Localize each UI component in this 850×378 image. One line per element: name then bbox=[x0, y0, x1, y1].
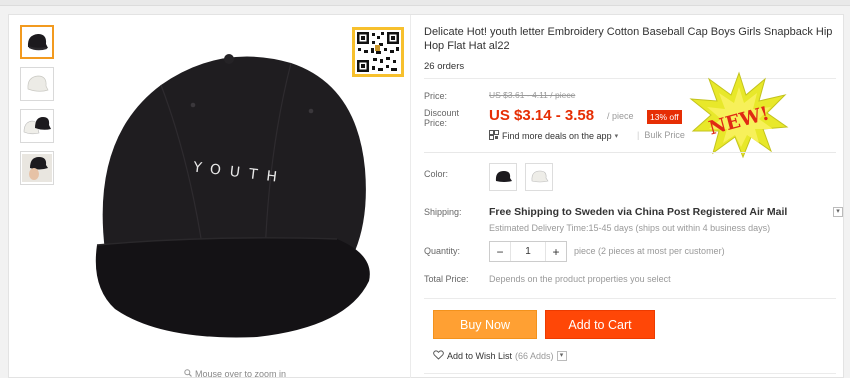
quantity-increase-button[interactable]: + bbox=[546, 242, 566, 261]
discount-price: US $3.14 - 3.58 bbox=[489, 107, 595, 124]
chevron-down-icon: ▾ bbox=[614, 133, 619, 140]
per-piece-unit: / piece bbox=[607, 111, 634, 121]
starburst-icon: NEW! bbox=[689, 71, 789, 159]
bulk-price-text: Bulk Price bbox=[644, 130, 685, 140]
quantity-limit-note: piece (2 pieces at most per customer) bbox=[574, 246, 725, 256]
shipping-label: Shipping: bbox=[424, 207, 462, 217]
buy-now-button[interactable]: Buy Now bbox=[433, 310, 537, 339]
delivery-estimate: Estimated Delivery Time:15-45 days (ship… bbox=[489, 223, 771, 233]
add-to-cart-button[interactable]: Add to Cart bbox=[545, 310, 655, 339]
wishlist-count: (66 Adds) bbox=[515, 351, 554, 361]
color-option-white[interactable] bbox=[525, 163, 553, 191]
add-to-wishlist-button[interactable]: Add to Wish List (66 Adds) ▾ bbox=[433, 350, 567, 362]
product-panel: YOUTH Mouse over to zoom in Delicate Hot… bbox=[8, 14, 844, 378]
quantity-stepper: − 1 + bbox=[489, 241, 567, 262]
app-deals-text: Find more deals on the app bbox=[502, 131, 612, 141]
color-option-black[interactable] bbox=[489, 163, 517, 191]
qr-small-icon bbox=[489, 130, 499, 142]
top-strip bbox=[0, 0, 850, 6]
quantity-label: Quantity: bbox=[424, 246, 461, 256]
price-label: Price: bbox=[424, 91, 448, 101]
quantity-decrease-button[interactable]: − bbox=[490, 242, 510, 261]
color-options bbox=[489, 163, 553, 191]
quantity-input[interactable]: 1 bbox=[510, 242, 546, 261]
app-deals-link[interactable]: Find more deals on the app ▾ bbox=[489, 130, 618, 142]
thumbnail-list bbox=[20, 25, 54, 193]
column-divider bbox=[410, 15, 411, 378]
thumbnail-black-cap[interactable] bbox=[20, 25, 54, 59]
divider bbox=[424, 152, 836, 153]
shipping-method[interactable]: Free Shipping to Sweden via China Post R… bbox=[489, 206, 787, 218]
order-count: 26 orders bbox=[424, 61, 465, 72]
bulk-price-link[interactable]: | Bulk Price bbox=[637, 130, 685, 140]
shipping-dropdown-icon[interactable]: ▾ bbox=[833, 207, 843, 217]
zoom-icon bbox=[184, 369, 192, 378]
total-price-note: Depends on the product properties you se… bbox=[489, 274, 671, 284]
thumbnail-cap-worn[interactable] bbox=[20, 151, 54, 185]
wishlist-dropdown-icon[interactable]: ▾ bbox=[556, 351, 567, 361]
color-label: Color: bbox=[424, 169, 449, 179]
zoom-hint-text: Mouse over to zoom in bbox=[195, 369, 287, 378]
discount-badge: 13% off bbox=[647, 110, 682, 124]
qr-code[interactable] bbox=[352, 27, 404, 77]
total-price-label: Total Price: bbox=[424, 274, 469, 284]
zoom-hint: Mouse over to zoom in bbox=[184, 369, 286, 378]
new-badge: NEW! bbox=[689, 71, 789, 159]
thumbnail-white-cap[interactable] bbox=[20, 67, 54, 101]
thumbnail-both-caps[interactable] bbox=[20, 109, 54, 143]
heart-icon bbox=[433, 350, 444, 362]
divider bbox=[424, 373, 836, 374]
divider bbox=[424, 298, 836, 299]
product-title: Delicate Hot! youth letter Embroidery Co… bbox=[424, 26, 833, 52]
wishlist-text: Add to Wish List bbox=[447, 351, 513, 361]
discount-price-label: Discount Price: bbox=[424, 108, 460, 128]
original-price: US $3.61 - 4.11 / piece bbox=[489, 90, 576, 100]
